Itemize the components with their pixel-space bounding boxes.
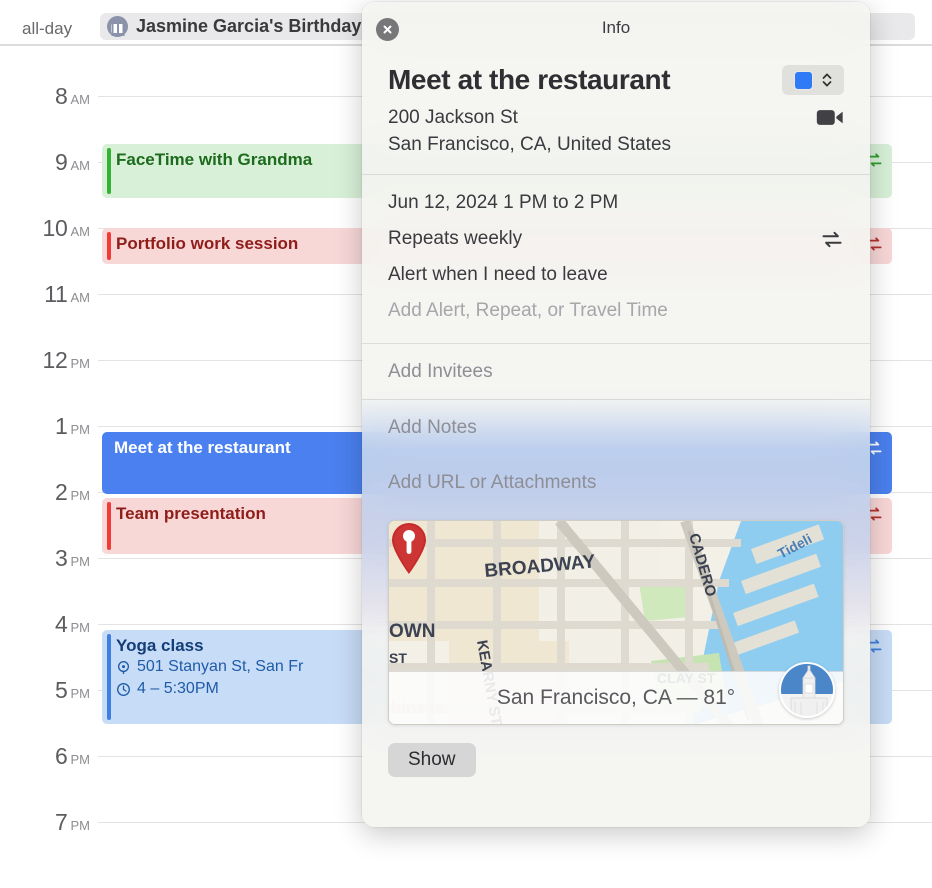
address-line-1: 200 Jackson St (388, 107, 518, 128)
hour-label-5pm: 5 PM (0, 677, 90, 704)
add-url-attachments-placeholder[interactable]: Add URL or Attachments (388, 455, 844, 510)
event-info-popover: Info Meet at the restaurant 200 Jackson … (362, 2, 870, 827)
hour-label-7pm: 7 PM (0, 809, 90, 836)
hour-label-3pm: 3 PM (0, 545, 90, 572)
popover-summary-section: Meet at the restaurant 200 Jackson St Sa… (362, 54, 870, 174)
hour-meridiem: PM (70, 488, 91, 503)
event-color-bar (107, 502, 111, 550)
event-title: FaceTime with Grandma (116, 150, 313, 169)
hour-number: 12 (42, 347, 68, 373)
hour-meridiem: AM (70, 158, 91, 173)
hour-number: 6 (55, 743, 68, 769)
hour-number: 11 (44, 281, 68, 307)
popover-schedule-section: Jun 12, 2024 1 PM to 2 PM Repeats weekly… (362, 175, 870, 343)
gift-icon (107, 16, 128, 37)
hour-number: 4 (55, 611, 68, 637)
event-time-row: 4 – 5:30PM (116, 678, 303, 700)
event-color-bar (107, 148, 111, 194)
add-invitees-placeholder[interactable]: Add Invitees (388, 344, 844, 399)
hour-label-6pm: 6 PM (0, 743, 90, 770)
event-title: Meet at the restaurant (114, 438, 291, 457)
event-body: Portfolio work session (102, 228, 298, 254)
calendar-color-swatch (793, 70, 813, 90)
event-repeat-row[interactable]: Repeats weekly (388, 221, 844, 257)
hour-label-10am: 10 AM (0, 215, 90, 242)
event-title: Yoga class (116, 636, 204, 655)
event-address[interactable]: 200 Jackson St San Francisco, CA, United… (388, 104, 671, 158)
hour-meridiem: PM (70, 620, 91, 635)
event-location-row: 501 Stanyan St, San Fr (116, 656, 303, 678)
hour-number: 5 (55, 677, 68, 703)
event-color-bar (107, 232, 111, 260)
add-notes-placeholder[interactable]: Add Notes (388, 400, 844, 455)
svg-text:OWN: OWN (389, 621, 435, 642)
hour-meridiem: PM (70, 818, 91, 833)
event-body: Yoga class 501 Stanyan St, San Fr 4 – 5:… (102, 630, 303, 700)
hour-number: 8 (55, 83, 68, 109)
hour-label-1pm: 1 PM (0, 413, 90, 440)
event-date-time[interactable]: Jun 12, 2024 1 PM to 2 PM (388, 185, 844, 221)
hour-meridiem: AM (70, 224, 91, 239)
hour-number: 3 (55, 545, 68, 571)
ferry-building-icon (779, 662, 835, 718)
hour-row-7pm: 7 PM (0, 809, 932, 888)
hour-number: 10 (42, 215, 68, 241)
chevron-updown-icon (822, 73, 831, 87)
close-icon[interactable] (376, 18, 399, 41)
hour-label-9am: 9 AM (0, 149, 90, 176)
video-camera-icon[interactable] (816, 108, 844, 127)
popover-title: Info (601, 18, 631, 37)
address-line-2: San Francisco, CA, United States (388, 134, 672, 155)
map-container: BROADWAY OWN ST KEARNY ST CADERO CLAY ST… (362, 510, 870, 725)
all-day-label: all-day (22, 19, 73, 38)
hour-meridiem: PM (70, 686, 91, 701)
hour-label-8am: 8 AM (0, 83, 90, 110)
hour-number: 9 (55, 149, 68, 175)
hour-meridiem: PM (70, 554, 91, 569)
event-address-row: 200 Jackson St San Francisco, CA, United… (388, 96, 844, 174)
hour-meridiem: PM (70, 752, 91, 767)
hour-number: 1 (55, 413, 68, 439)
event-color-bar (107, 634, 111, 720)
popover-header: Info (362, 2, 870, 54)
hour-meridiem: AM (70, 290, 91, 305)
hour-meridiem: AM (70, 92, 91, 107)
event-title: Portfolio work session (116, 234, 299, 253)
hour-meridiem: PM (70, 422, 91, 437)
hour-number: 7 (55, 809, 68, 835)
popover-invitees-section: Add Invitees (362, 344, 870, 399)
event-body: FaceTime with Grandma (102, 144, 312, 170)
event-repeat-text: Repeats weekly (388, 228, 523, 249)
calendar-color-popup-button[interactable] (782, 65, 844, 95)
popover-event-title[interactable]: Meet at the restaurant (388, 64, 671, 96)
event-body: Team presentation (102, 498, 266, 524)
hour-label-2pm: 2 PM (0, 479, 90, 506)
event-title-row: Meet at the restaurant (388, 54, 844, 96)
event-location-text: 501 Stanyan St, San Fr (137, 658, 304, 675)
event-title: Team presentation (116, 504, 266, 523)
show-button-row: Show (362, 725, 870, 777)
add-alert-repeat-travel-placeholder[interactable]: Add Alert, Repeat, or Travel Time (388, 293, 844, 329)
hour-label-4pm: 4 PM (0, 611, 90, 638)
hour-label-12pm: 12 PM (0, 347, 90, 374)
hour-meridiem: PM (70, 356, 91, 371)
svg-text:ST: ST (389, 650, 407, 666)
repeat-icon (822, 231, 842, 247)
popover-notes-section: Add Notes Add URL or Attachments (362, 400, 870, 510)
event-body: Meet at the restaurant (102, 432, 291, 458)
clock-icon (117, 682, 130, 696)
event-alert-text[interactable]: Alert when I need to leave (388, 257, 844, 293)
hour-number: 2 (55, 479, 68, 505)
map-caption: San Francisco, CA — 81° (389, 671, 843, 724)
location-map[interactable]: BROADWAY OWN ST KEARNY ST CADERO CLAY ST… (388, 520, 844, 725)
location-pin-icon (117, 660, 130, 674)
event-time-text: 4 – 5:30PM (137, 680, 219, 697)
all-day-event-title: Jasmine Garcia's Birthday (136, 16, 362, 36)
hour-label-11am: 11 AM (0, 281, 90, 308)
show-button[interactable]: Show (388, 743, 476, 777)
map-pin-icon (392, 522, 426, 574)
